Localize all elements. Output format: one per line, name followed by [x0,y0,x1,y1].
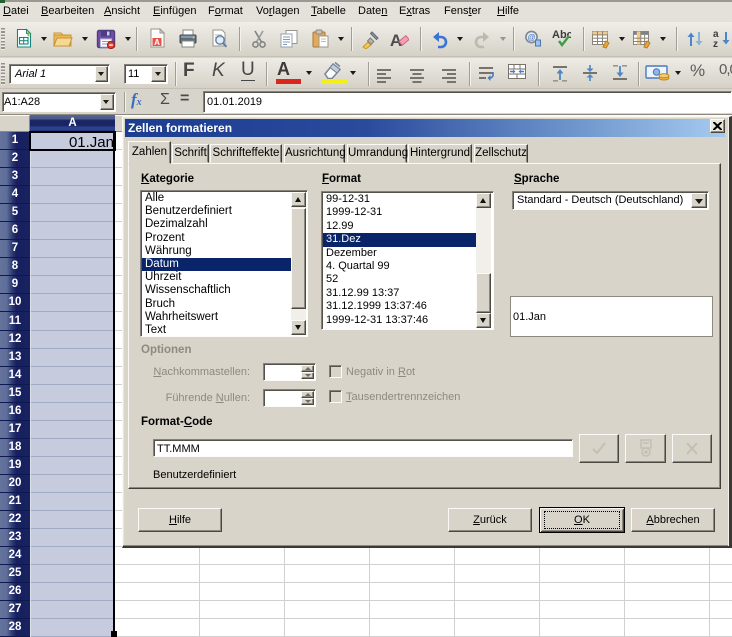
svg-text:A: A [154,38,160,47]
svg-text:Abc: Abc [552,29,571,41]
svg-text:@: @ [527,33,535,42]
svg-text:z: z [713,39,718,48]
